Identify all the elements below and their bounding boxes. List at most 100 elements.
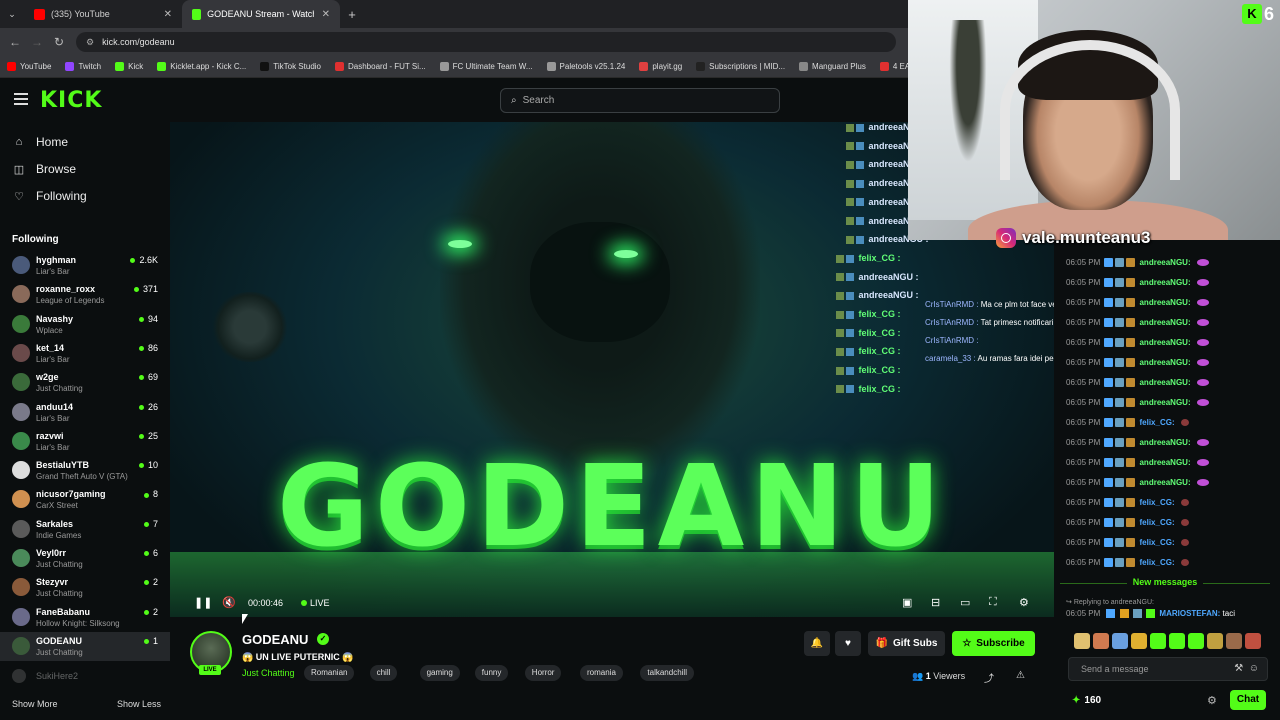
- pause-icon[interactable]: ❚❚: [194, 596, 212, 609]
- message-user[interactable]: andreeaNGU:: [1139, 478, 1190, 487]
- tab-godeanu[interactable]: GODEANU Stream - Watch Live ✕: [182, 0, 340, 28]
- tag-romania[interactable]: romania: [580, 665, 623, 681]
- channel-item-godeanu[interactable]: GODEANU Just Chatting 1: [0, 631, 170, 661]
- channel-item-veyl0rr[interactable]: Veyl0rr Just Chatting 6: [0, 544, 170, 573]
- message-user[interactable]: andreeaNGU:: [1139, 378, 1190, 387]
- notification-button[interactable]: 🔔: [804, 631, 830, 656]
- channel-item-ket_14[interactable]: ket_14 Liar's Bar 86: [0, 339, 170, 368]
- bookmark-item[interactable]: TikTok Studio: [253, 62, 328, 71]
- chat-message[interactable]: 06:05 PM andreeaNGU:: [1066, 338, 1209, 348]
- channel-item-faded[interactable]: SukiHere2: [12, 669, 162, 683]
- settings-icon[interactable]: ⚙: [1019, 596, 1029, 609]
- tag-romanian[interactable]: Romanian: [304, 665, 355, 681]
- subscribe-button[interactable]: ☆ Subscribe: [952, 631, 1035, 656]
- chat-message[interactable]: 06:05 PM andreeaNGU:: [1066, 438, 1209, 448]
- message-user[interactable]: andreeaNGU:: [1139, 338, 1190, 347]
- emote-icon[interactable]: [1207, 633, 1223, 649]
- emote-icon[interactable]: [1150, 633, 1166, 649]
- message-user[interactable]: andreeaNGU:: [1139, 358, 1190, 367]
- bookmark-item[interactable]: Paletools v25.1.24: [540, 62, 633, 71]
- message-user[interactable]: andreeaNGU:: [1139, 258, 1190, 267]
- tag-horror[interactable]: Horror: [524, 665, 562, 681]
- channel-item-stezyvr[interactable]: Stezyvr Just Chatting 2: [0, 573, 170, 602]
- message-user[interactable]: andreeaNGU:: [1139, 438, 1190, 447]
- tab-youtube[interactable]: (335) YouTube ✕: [24, 0, 182, 28]
- close-icon[interactable]: ✕: [314, 9, 330, 20]
- chat-message[interactable]: 06:05 PM felix_CG:: [1066, 498, 1189, 508]
- emote-icon[interactable]: [1169, 633, 1185, 649]
- chat-settings-icon[interactable]: ⚙: [1207, 694, 1217, 707]
- chat-message[interactable]: 06:05 PM andreeaNGU:: [1066, 298, 1209, 308]
- bookmark-item[interactable]: Manguard Plus: [792, 62, 873, 71]
- fullscreen-icon[interactable]: ⛶: [989, 596, 997, 609]
- chat-message[interactable]: 06:05 PM andreeaNGU:: [1066, 478, 1209, 488]
- url-field[interactable]: ⚙ kick.com/godeanu: [76, 32, 896, 52]
- sidebar-item-browse[interactable]: ◫ Browse: [12, 162, 76, 176]
- bookmark-item[interactable]: Dashboard - FUT Si...: [328, 62, 433, 71]
- chat-message[interactable]: 06:05 PM andreeaNGU:: [1066, 358, 1209, 368]
- channel-item-sarkales[interactable]: Sarkales Indie Games 7: [0, 515, 170, 544]
- message-user[interactable]: andreeaNGU:: [1139, 458, 1190, 467]
- sidebar-item-following[interactable]: ♡ Following: [12, 189, 87, 203]
- sidebar-item-home[interactable]: ⌂ Home: [12, 135, 68, 149]
- message-user[interactable]: andreeaNGU:: [1139, 318, 1190, 327]
- channel-item-navashy[interactable]: Navashy Wplace 94: [0, 310, 170, 339]
- chat-message[interactable]: 06:05 PM MARIOSTEFAN: taci: [1066, 609, 1235, 619]
- mute-icon[interactable]: 🔇: [222, 596, 236, 609]
- bookmark-item[interactable]: YouTube: [0, 62, 58, 71]
- chat-message[interactable]: 06:05 PM andreeaNGU:: [1066, 258, 1209, 268]
- menu-icon[interactable]: [14, 93, 28, 105]
- chat-message[interactable]: 06:05 PM felix_CG:: [1066, 538, 1189, 548]
- bookmark-item[interactable]: Subscriptions | MID...: [689, 62, 792, 71]
- emote-icon[interactable]: [1074, 633, 1090, 649]
- emoji-icon[interactable]: ☺: [1249, 663, 1259, 674]
- channel-item-bestiaiuytb[interactable]: BestiaIuYTB Grand Theft Auto V (GTA) 10: [0, 456, 170, 485]
- tag-funny[interactable]: funny: [474, 665, 509, 681]
- bookmark-item[interactable]: FC Ultimate Team W...: [433, 62, 540, 71]
- chat-message[interactable]: 06:05 PM andreeaNGU:: [1066, 398, 1209, 408]
- channel-item-roxanne_roxx[interactable]: roxanne_roxx League of Legends 371: [0, 280, 170, 309]
- message-user[interactable]: felix_CG:: [1139, 538, 1174, 547]
- channel-item-razvwi[interactable]: razvwi Liar's Bar 25: [0, 427, 170, 456]
- bookmark-item[interactable]: playit.gg: [632, 62, 689, 71]
- emote-icon[interactable]: [1245, 633, 1261, 649]
- channel-name[interactable]: GODEANU: [242, 632, 308, 647]
- channel-item-w2ge[interactable]: w2ge Just Chatting 69: [0, 368, 170, 397]
- message-user[interactable]: MARIOSTEFAN:: [1159, 609, 1220, 618]
- bookmark-item[interactable]: Kick: [108, 62, 150, 71]
- show-less-button[interactable]: Show Less: [117, 699, 161, 709]
- chat-send-button[interactable]: Chat: [1230, 690, 1266, 710]
- show-more-button[interactable]: Show More: [12, 699, 58, 709]
- chat-message[interactable]: 06:05 PM felix_CG:: [1066, 418, 1189, 428]
- tab-list-button[interactable]: ⌄: [0, 9, 24, 20]
- follow-button[interactable]: ♥: [835, 631, 861, 656]
- gift-subs-button[interactable]: 🎁 Gift Subs: [868, 631, 945, 656]
- message-user[interactable]: andreeaNGU:: [1139, 398, 1190, 407]
- message-user[interactable]: andreeaNGU:: [1139, 278, 1190, 287]
- message-user[interactable]: andreeaNGU:: [1139, 298, 1190, 307]
- channel-item-anduu14[interactable]: anduu14 Liar's Bar 26: [0, 398, 170, 427]
- forward-icon[interactable]: →: [26, 35, 48, 49]
- message-user[interactable]: felix_CG:: [1139, 418, 1174, 427]
- emote-icon[interactable]: [1112, 633, 1128, 649]
- new-messages-button[interactable]: New messages: [1060, 577, 1270, 587]
- emote-icon[interactable]: [1131, 633, 1147, 649]
- channel-item-fanebabanu[interactable]: FaneBabanu Hollow Knight: Silksong 2: [0, 603, 170, 632]
- channel-points[interactable]: ✦ 160: [1072, 695, 1101, 706]
- site-info-icon[interactable]: ⚙: [86, 37, 94, 48]
- reload-icon[interactable]: ↻: [48, 35, 70, 49]
- message-user[interactable]: felix_CG:: [1139, 558, 1174, 567]
- new-tab-button[interactable]: +: [340, 7, 364, 22]
- channel-item-hyghman[interactable]: hyghman Liar's Bar 2.6K: [0, 251, 170, 280]
- search-input[interactable]: ⌕ Search: [500, 88, 780, 113]
- emote-icon[interactable]: [1093, 633, 1109, 649]
- back-icon[interactable]: ←: [4, 35, 26, 49]
- channel-item-nicusor7gaming[interactable]: nicusor7gaming CarX Street 8: [0, 485, 170, 514]
- report-icon[interactable]: ⚠: [1016, 670, 1025, 681]
- chat-message[interactable]: 06:05 PM andreeaNGU:: [1066, 458, 1209, 468]
- emote-icon[interactable]: [1188, 633, 1204, 649]
- clip-icon[interactable]: ⊟: [931, 596, 940, 609]
- share-icon[interactable]: ⤴: [984, 670, 994, 685]
- chat-input[interactable]: Send a message ⚒ ☺: [1068, 657, 1268, 681]
- chat-message[interactable]: 06:05 PM felix_CG:: [1066, 558, 1189, 568]
